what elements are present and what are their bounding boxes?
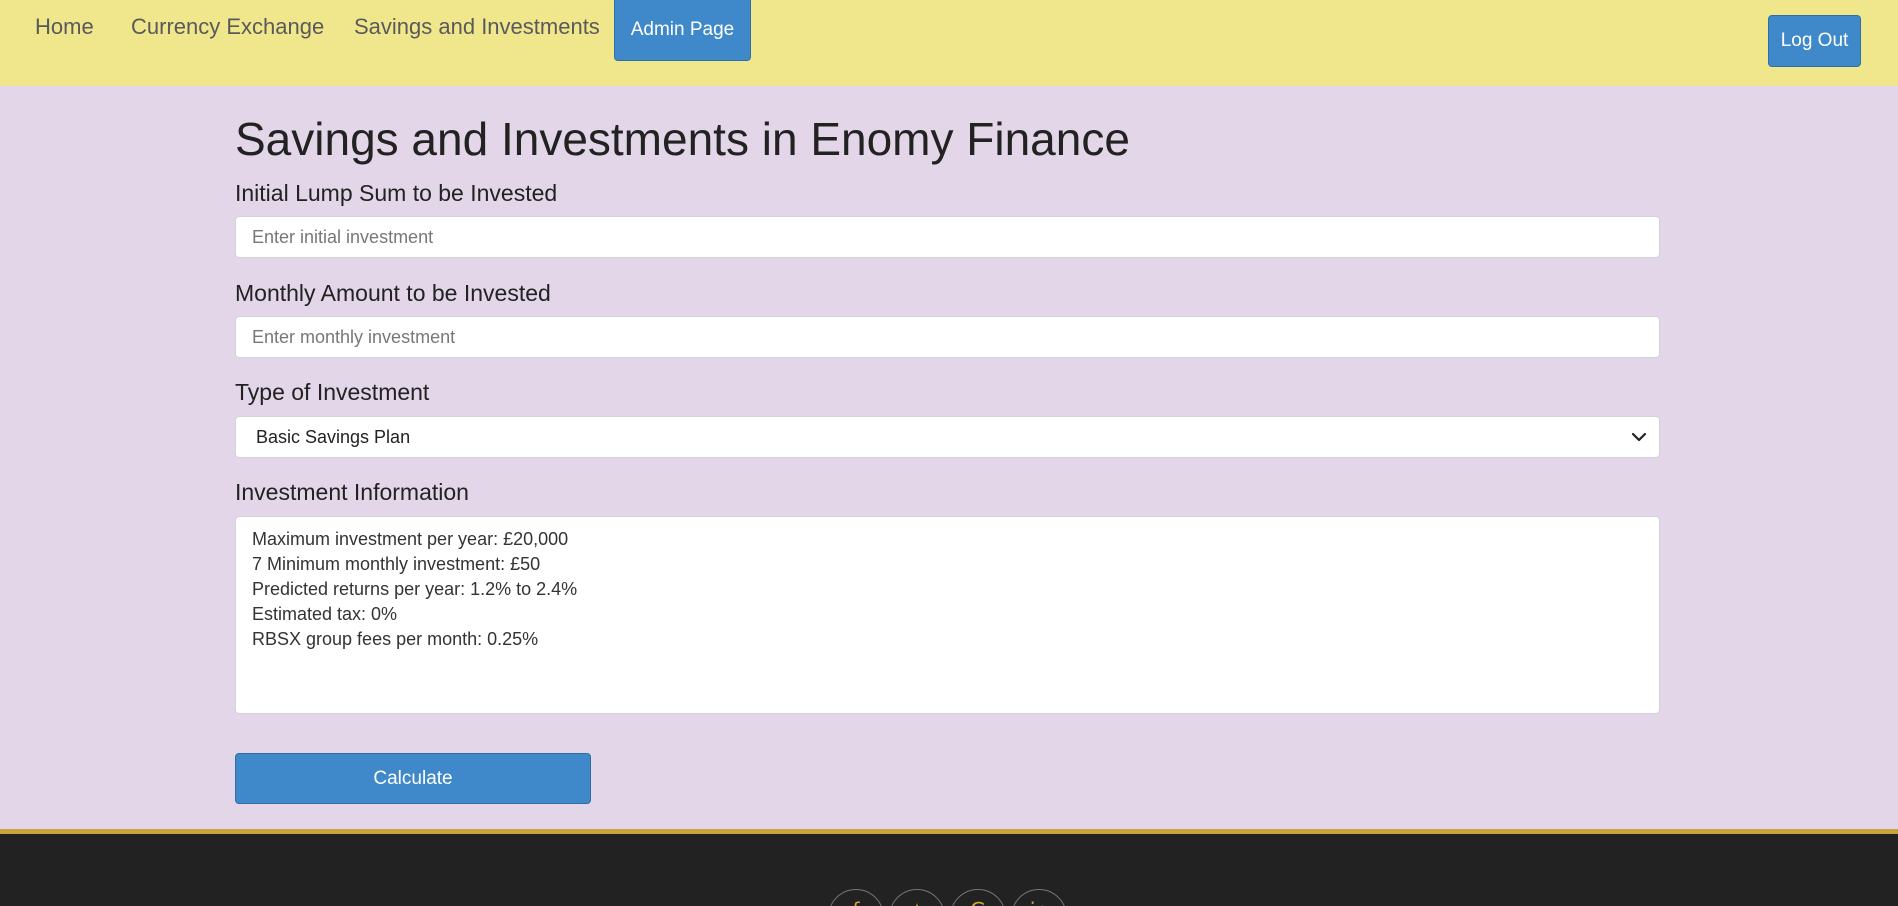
info-line: RBSX group fees per month: 0.25% <box>252 629 539 649</box>
linkedin-icon[interactable]: in <box>1011 889 1067 906</box>
investment-info-label: Investment Information <box>235 479 469 505</box>
facebook-icon[interactable]: f <box>828 889 884 906</box>
lump-sum-input[interactable] <box>235 216 1660 258</box>
investment-info-textarea[interactable]: Maximum investment per year: £20,000 7 M… <box>235 516 1660 714</box>
google-icon[interactable]: G <box>950 889 1006 906</box>
nav-savings-investments[interactable]: Savings and Investments <box>354 14 600 40</box>
monthly-amount-input[interactable] <box>235 316 1660 358</box>
chevron-down-icon <box>1631 432 1647 442</box>
info-line: 7 Minimum monthly investment: £50 <box>252 554 541 574</box>
nav-home[interactable]: Home <box>35 14 94 40</box>
log-out-button[interactable]: Log Out <box>1768 15 1861 67</box>
lump-sum-label: Initial Lump Sum to be Invested <box>235 180 558 206</box>
top-navbar: Home Currency Exchange Savings and Inves… <box>0 0 1898 86</box>
nav-admin-page[interactable]: Admin Page <box>614 0 751 61</box>
twitter-icon[interactable]: ✦ <box>889 889 945 906</box>
monthly-amount-label: Monthly Amount to be Invested <box>235 280 551 306</box>
investment-type-label: Type of Investment <box>235 379 430 405</box>
investment-type-select[interactable]: Basic Savings Plan <box>235 416 1660 458</box>
footer: f ✦ G in <box>0 829 1898 906</box>
info-line: Estimated tax: 0% <box>252 604 398 624</box>
info-line: Predicted returns per year: 1.2% to 2.4% <box>252 579 578 599</box>
page-title: Savings and Investments in Enomy Finance <box>235 113 1130 165</box>
investment-type-selected-value: Basic Savings Plan <box>256 426 411 447</box>
info-line: Maximum investment per year: £20,000 <box>252 529 569 549</box>
calculate-button[interactable]: Calculate <box>235 753 591 804</box>
nav-currency-exchange[interactable]: Currency Exchange <box>131 14 324 40</box>
